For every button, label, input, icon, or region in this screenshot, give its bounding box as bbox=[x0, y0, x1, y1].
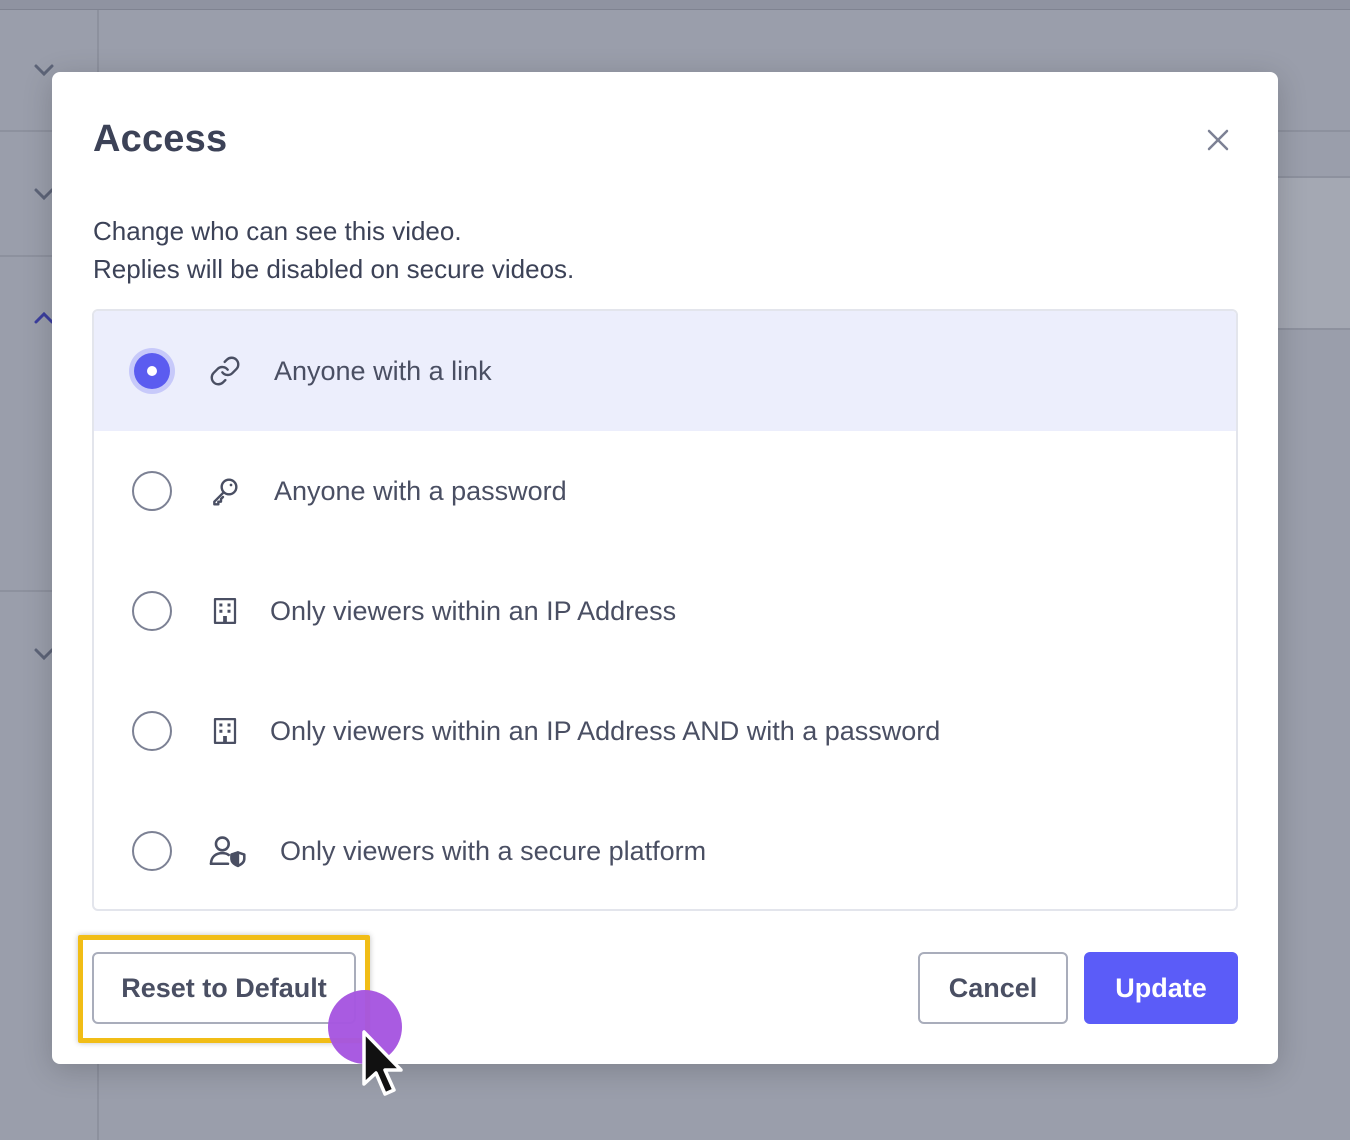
option-label: Only viewers within an IP Address AND wi… bbox=[270, 715, 941, 746]
access-modal: Access Change who can see this video. Re… bbox=[52, 72, 1278, 1064]
option-label: Only viewers within an IP Address bbox=[270, 595, 677, 626]
option-label: Anyone with a password bbox=[274, 475, 567, 506]
user-shield-icon bbox=[208, 834, 248, 868]
option-label: Anyone with a link bbox=[274, 355, 492, 386]
option-label: Only viewers with a secure platform bbox=[280, 835, 707, 866]
access-options-list: Anyone with a link Anyone with a passwor… bbox=[92, 309, 1238, 911]
radio-button[interactable] bbox=[132, 711, 172, 751]
building-icon bbox=[208, 714, 242, 748]
link-icon bbox=[208, 354, 242, 388]
mouse-cursor-icon bbox=[362, 1030, 403, 1096]
update-button[interactable]: Update bbox=[1084, 952, 1238, 1024]
option-ip-address[interactable]: Only viewers within an IP Address bbox=[94, 551, 1236, 671]
radio-button[interactable] bbox=[132, 591, 172, 631]
background-panel bbox=[1278, 176, 1350, 330]
option-anyone-with-password[interactable]: Anyone with a password bbox=[94, 431, 1236, 551]
option-secure-platform[interactable]: Only viewers with a secure platform bbox=[94, 791, 1236, 909]
modal-title: Access bbox=[93, 118, 228, 160]
close-icon bbox=[1207, 129, 1229, 151]
building-icon bbox=[208, 594, 242, 628]
radio-button[interactable] bbox=[132, 471, 172, 511]
background-topbar bbox=[0, 0, 1350, 10]
radio-button[interactable] bbox=[134, 353, 170, 389]
highlight-box bbox=[78, 935, 370, 1043]
option-ip-address-and-password[interactable]: Only viewers within an IP Address AND wi… bbox=[94, 671, 1236, 791]
description-line: Replies will be disabled on secure video… bbox=[93, 254, 575, 284]
radio-button[interactable] bbox=[132, 831, 172, 871]
key-icon bbox=[208, 474, 242, 508]
cancel-button[interactable]: Cancel bbox=[918, 952, 1068, 1024]
close-button[interactable] bbox=[1200, 122, 1236, 158]
option-anyone-with-link[interactable]: Anyone with a link bbox=[94, 311, 1236, 431]
description-line: Change who can see this video. bbox=[93, 216, 462, 246]
modal-description: Change who can see this video. Replies w… bbox=[93, 212, 574, 288]
